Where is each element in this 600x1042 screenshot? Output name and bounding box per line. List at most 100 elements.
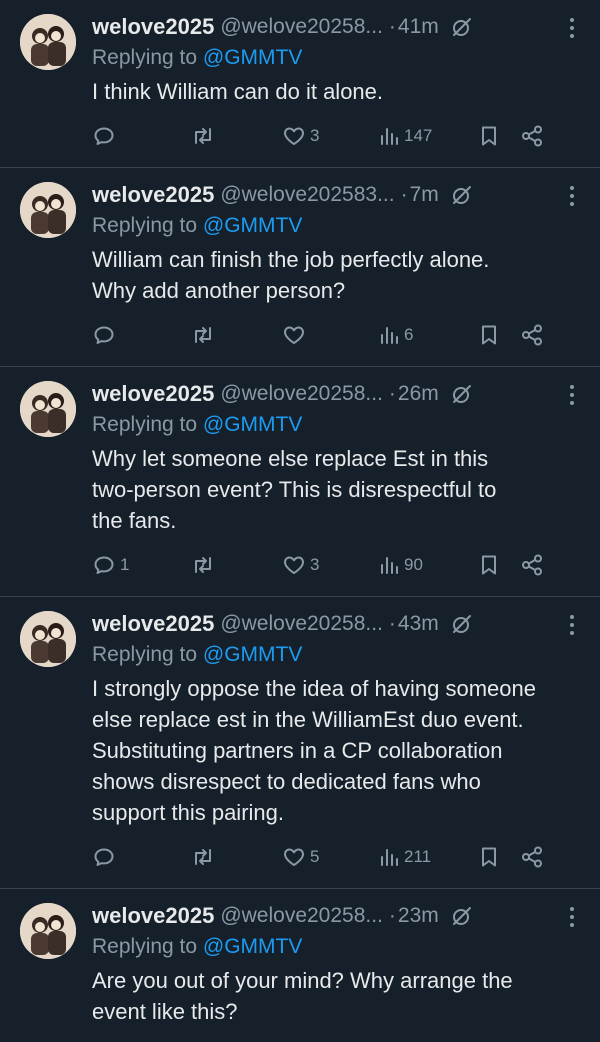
reply-tweet[interactable]: welove2025 @welove20258... · 43m Replyin… <box>0 597 600 889</box>
reply-button[interactable] <box>92 845 190 869</box>
timestamp[interactable]: 41m <box>398 15 439 39</box>
reply-button[interactable]: 1 <box>92 553 190 577</box>
retweet-button[interactable] <box>190 553 282 577</box>
views-icon <box>381 849 398 866</box>
separator: · <box>388 382 396 405</box>
views-button[interactable]: 90 <box>378 553 478 577</box>
share-icon <box>522 846 542 868</box>
action-bar: 3 147 <box>92 121 584 151</box>
more-icon[interactable] <box>566 180 578 212</box>
share-button[interactable] <box>520 845 544 869</box>
more-icon[interactable] <box>566 12 578 44</box>
reply-tweet[interactable]: welove2025 @welove20258... · 26m Replyin… <box>0 367 600 597</box>
share-button[interactable] <box>520 323 544 347</box>
action-bar: 5 211 <box>92 842 584 872</box>
separator: · <box>388 612 396 635</box>
avatar[interactable] <box>20 903 76 959</box>
avatar[interactable] <box>20 381 76 437</box>
replying-to: Replying to @GMMTV <box>92 935 303 958</box>
avatar[interactable] <box>20 182 76 238</box>
separator: · <box>388 15 396 38</box>
display-name[interactable]: welove2025 <box>92 611 214 637</box>
timestamp[interactable]: 43m <box>398 612 439 636</box>
like-button[interactable] <box>282 323 378 347</box>
views-button[interactable]: 211 <box>378 845 478 869</box>
display-name[interactable]: welove2025 <box>92 182 214 208</box>
reply-tweet[interactable]: welove2025 @welove20258... · 23m Replyin… <box>0 889 600 1027</box>
bookmark-icon <box>482 325 496 345</box>
views-button[interactable]: 147 <box>378 124 478 148</box>
reply-tweet[interactable]: welove2025 @welove20258... · 41m Replyin… <box>0 0 600 168</box>
like-button[interactable]: 3 <box>282 553 378 577</box>
mention-link[interactable]: @GMMTV <box>203 46 302 69</box>
grok-icon[interactable] <box>451 184 473 206</box>
mention-link[interactable]: @GMMTV <box>203 413 302 436</box>
reply-icon <box>94 556 114 574</box>
display-name[interactable]: welove2025 <box>92 14 214 40</box>
display-name[interactable]: welove2025 <box>92 903 214 929</box>
avatar[interactable] <box>20 14 76 70</box>
tweet-text: William can finish the job perfectly alo… <box>92 247 490 303</box>
retweet-button[interactable] <box>190 124 282 148</box>
like-button[interactable]: 5 <box>282 845 378 869</box>
timestamp[interactable]: 23m <box>398 904 439 928</box>
reply-icon <box>94 127 114 145</box>
retweet-icon <box>195 557 211 573</box>
share-icon <box>522 324 542 346</box>
heart-icon <box>284 848 304 866</box>
bookmark-button[interactable] <box>478 845 520 869</box>
timestamp[interactable]: 26m <box>398 382 439 406</box>
replying-to: Replying to @GMMTV <box>92 643 303 666</box>
grok-icon[interactable] <box>451 905 473 927</box>
bookmark-icon <box>482 555 496 575</box>
action-bar: 1 3 90 <box>92 550 584 580</box>
separator: · <box>400 183 408 206</box>
replying-to: Replying to @GMMTV <box>92 46 303 69</box>
mention-link[interactable]: @GMMTV <box>203 214 302 237</box>
bookmark-button[interactable] <box>478 124 520 148</box>
reply-button[interactable] <box>92 323 190 347</box>
tweet-text: I think William can do it alone. <box>92 79 384 104</box>
more-icon[interactable] <box>566 901 578 933</box>
user-handle[interactable]: @welove20258... <box>220 904 383 928</box>
tweet-text: I strongly oppose the idea of having som… <box>92 676 536 825</box>
retweet-icon <box>195 327 211 343</box>
retweet-button[interactable] <box>190 323 282 347</box>
views-button[interactable]: 6 <box>378 323 478 347</box>
bookmark-icon <box>482 126 496 146</box>
mention-link[interactable]: @GMMTV <box>203 935 302 958</box>
avatar[interactable] <box>20 611 76 667</box>
more-icon[interactable] <box>566 379 578 411</box>
reply-button[interactable] <box>92 124 190 148</box>
grok-icon[interactable] <box>451 383 473 405</box>
share-icon <box>522 554 542 576</box>
views-icon <box>381 128 398 145</box>
separator: · <box>388 904 396 927</box>
like-button[interactable]: 3 <box>282 124 378 148</box>
replying-to: Replying to @GMMTV <box>92 214 303 237</box>
tweet-text: Are you out of your mind? Why arrange th… <box>92 968 513 1024</box>
heart-icon <box>284 326 304 344</box>
reply-tweet[interactable]: welove2025 @welove202583... · 7m Replyin… <box>0 168 600 367</box>
share-icon <box>522 125 542 147</box>
mention-link[interactable]: @GMMTV <box>203 643 302 666</box>
grok-icon[interactable] <box>451 16 473 38</box>
share-button[interactable] <box>520 124 544 148</box>
reply-icon <box>94 326 114 344</box>
more-icon[interactable] <box>566 609 578 641</box>
replying-to: Replying to @GMMTV <box>92 413 303 436</box>
bookmark-button[interactable] <box>478 323 520 347</box>
user-handle[interactable]: @welove202583... <box>220 183 394 207</box>
bookmark-button[interactable] <box>478 553 520 577</box>
user-handle[interactable]: @welove20258... <box>220 15 383 39</box>
timestamp[interactable]: 7m <box>410 183 439 207</box>
grok-icon[interactable] <box>451 613 473 635</box>
display-name[interactable]: welove2025 <box>92 381 214 407</box>
share-button[interactable] <box>520 553 544 577</box>
user-handle[interactable]: @welove20258... <box>220 612 383 636</box>
user-handle[interactable]: @welove20258... <box>220 382 383 406</box>
heart-icon <box>284 556 304 574</box>
action-bar: 6 <box>92 320 584 350</box>
retweet-button[interactable] <box>190 845 282 869</box>
reply-icon <box>94 848 114 866</box>
